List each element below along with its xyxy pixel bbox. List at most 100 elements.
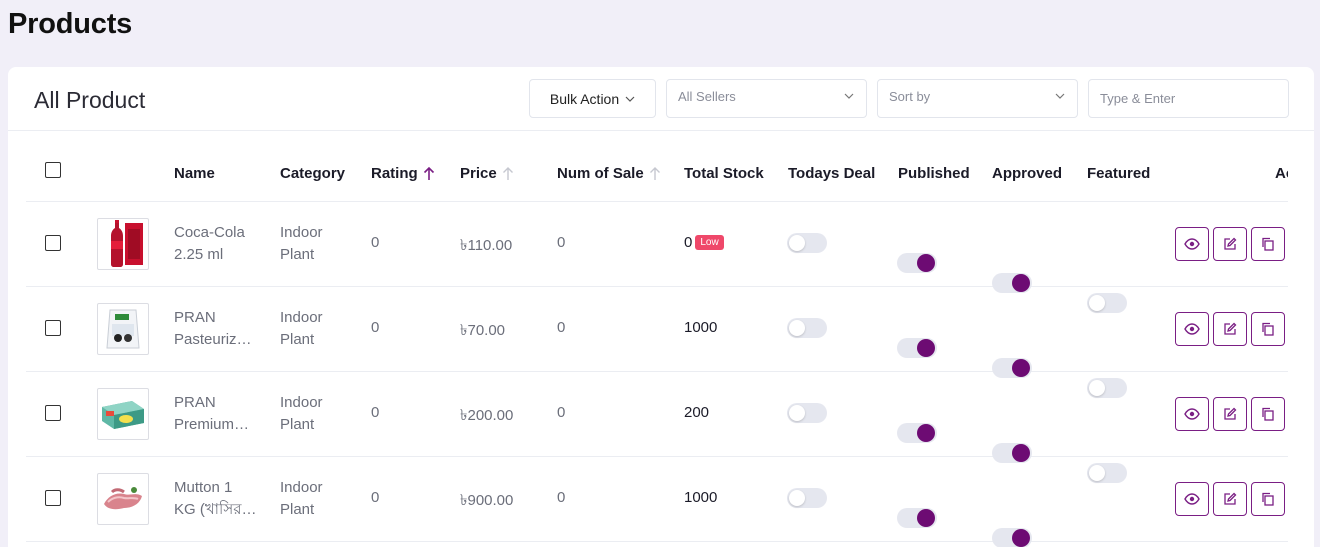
view-button[interactable]	[1175, 312, 1209, 346]
product-thumbnail	[97, 303, 149, 355]
todays-deal-toggle[interactable]	[787, 403, 827, 423]
toggle-knob	[917, 424, 935, 442]
edit-icon	[1224, 407, 1237, 420]
total-stock-value: 0	[684, 234, 693, 251]
toggle-knob	[917, 509, 935, 527]
select-all-checkbox[interactable]	[45, 162, 61, 178]
sort-arrow-up-icon	[649, 167, 660, 180]
table-row: PRAN Premium… Indoor Plant 0 ৳200.00 0 2…	[26, 372, 1288, 483]
column-header-rating[interactable]: Rating	[371, 165, 435, 182]
edit-button[interactable]	[1213, 397, 1247, 431]
todays-deal-toggle[interactable]	[787, 318, 827, 338]
edit-icon	[1224, 492, 1237, 505]
copy-icon	[1262, 237, 1274, 251]
toggle-knob	[789, 490, 805, 506]
column-header-todays-deal: Todays Deal	[788, 165, 876, 182]
product-name-line2: Pasteuriz…	[174, 331, 252, 348]
product-name-line1: Coca-Cola	[174, 224, 245, 241]
product-price: ৳200.00	[460, 407, 514, 424]
search-input[interactable]	[1088, 79, 1289, 118]
num-of-sale-header-label: Num of Sale	[557, 165, 644, 182]
product-num-of-sale: 0	[557, 404, 566, 421]
product-total-stock: 0 Low	[684, 234, 724, 251]
published-toggle[interactable]	[897, 253, 937, 273]
duplicate-button[interactable]	[1251, 227, 1285, 261]
product-num-of-sale: 0	[557, 319, 566, 336]
bulk-action-label: Bulk Action	[549, 90, 620, 107]
butter-box-image	[102, 401, 144, 429]
products-card: All Product Bulk Action All Sellers Sort…	[8, 67, 1314, 547]
column-header-published: Published	[898, 165, 970, 182]
product-total-stock: 200	[684, 404, 710, 421]
published-toggle[interactable]	[897, 508, 937, 528]
sellers-select[interactable]: All Sellers	[666, 79, 867, 118]
product-category-line1: Indoor	[280, 394, 323, 411]
sort-arrow-up-icon	[423, 166, 434, 180]
duplicate-button[interactable]	[1251, 482, 1285, 516]
product-thumbnail	[97, 473, 149, 525]
product-name[interactable]: Mutton 1 KG (খাসির…	[174, 477, 264, 521]
product-category-line2: Plant	[280, 501, 315, 518]
view-button[interactable]	[1175, 397, 1209, 431]
product-category-line2: Plant	[280, 331, 315, 348]
status-badge: Low	[695, 235, 724, 250]
product-name[interactable]: PRAN Pasteuriz…	[174, 307, 264, 351]
milk-pack-image	[106, 309, 140, 349]
column-header-name[interactable]: Name	[174, 165, 215, 182]
table-header-row: Name Category Rating Price Num of Sale T…	[26, 131, 1288, 202]
column-header-total-stock: Total Stock	[684, 165, 764, 182]
product-category: Indoor Plant	[280, 307, 370, 351]
column-header-price[interactable]: Price	[460, 165, 514, 182]
card-title: All Product	[34, 87, 146, 113]
duplicate-button[interactable]	[1251, 312, 1285, 346]
published-toggle[interactable]	[897, 338, 937, 358]
toggle-knob	[1012, 529, 1030, 547]
product-name-line1: PRAN	[174, 309, 216, 326]
column-header-featured: Featured	[1087, 165, 1151, 182]
product-num-of-sale: 0	[557, 234, 566, 251]
column-header-approved: Approved	[992, 165, 1063, 182]
product-name-line2: 2.25 ml	[174, 246, 224, 263]
price-header-label: Price	[460, 165, 497, 182]
sort-arrow-up-icon	[502, 167, 513, 180]
row-checkbox[interactable]	[45, 405, 61, 421]
toggle-knob	[917, 254, 935, 272]
table-row: PRAN Pasteuriz… Indoor Plant 0 ৳70.00 0 …	[26, 287, 1288, 398]
product-category: Indoor Plant	[280, 477, 370, 521]
product-name[interactable]: Coca-Cola 2.25 ml	[174, 222, 264, 266]
copy-icon	[1262, 407, 1274, 421]
product-num-of-sale: 0	[557, 489, 566, 506]
toggle-knob	[789, 405, 805, 421]
row-checkbox[interactable]	[45, 490, 61, 506]
product-category-line1: Indoor	[280, 309, 323, 326]
product-total-stock: 1000	[684, 489, 718, 506]
product-category-line2: Plant	[280, 246, 315, 263]
view-button[interactable]	[1175, 227, 1209, 261]
approved-toggle[interactable]	[992, 528, 1032, 547]
view-button[interactable]	[1175, 482, 1209, 516]
eye-icon	[1184, 238, 1200, 250]
published-toggle[interactable]	[897, 423, 937, 443]
row-checkbox[interactable]	[45, 235, 61, 251]
todays-deal-toggle[interactable]	[787, 233, 827, 253]
chevron-down-icon	[844, 93, 854, 99]
product-category-line1: Indoor	[280, 224, 323, 241]
product-name-line2: Premium…	[174, 416, 250, 433]
product-total-stock: 1000	[684, 319, 718, 336]
table-row: Mutton 1 KG (খাসির… Indoor Plant 0 ৳900.…	[26, 457, 1288, 547]
product-name[interactable]: PRAN Premium…	[174, 392, 264, 436]
column-header-num-of-sale[interactable]: Num of Sale	[557, 165, 661, 182]
duplicate-button[interactable]	[1251, 397, 1285, 431]
product-name-line2: KG (খাসির…	[174, 501, 257, 518]
table-row: Coca-Cola 2.25 ml Indoor Plant 0 ৳110.00…	[26, 202, 1288, 313]
row-checkbox[interactable]	[45, 320, 61, 336]
product-category: Indoor Plant	[280, 222, 370, 266]
column-header-category[interactable]: Category	[280, 165, 345, 182]
edit-button[interactable]	[1213, 227, 1247, 261]
bulk-action-button[interactable]: Bulk Action	[529, 79, 656, 118]
edit-button[interactable]	[1213, 482, 1247, 516]
todays-deal-toggle[interactable]	[787, 488, 827, 508]
edit-button[interactable]	[1213, 312, 1247, 346]
sort-select[interactable]: Sort by	[877, 79, 1078, 118]
toggle-knob	[789, 320, 805, 336]
